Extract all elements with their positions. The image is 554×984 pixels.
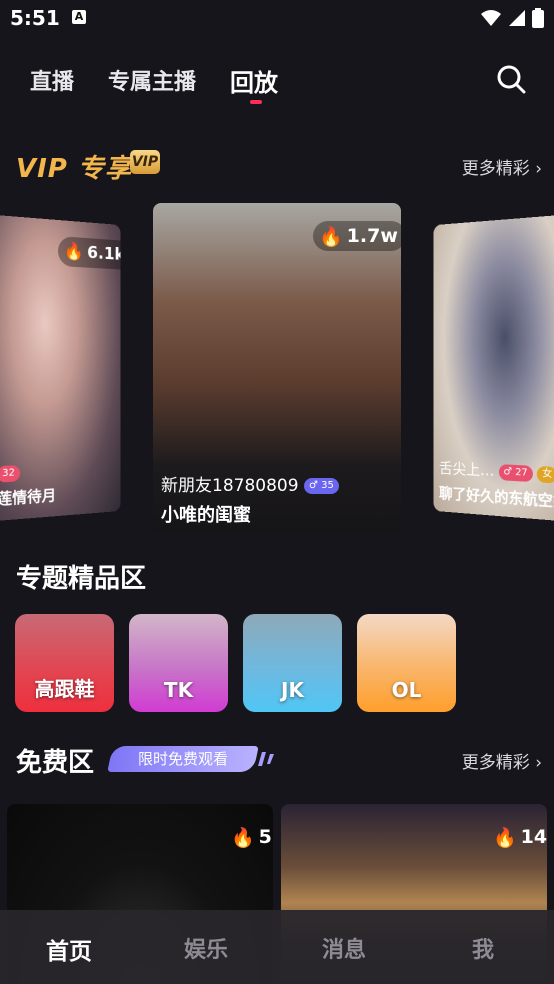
topic-label: 高跟鞋 — [34, 677, 95, 701]
vip-card-left[interactable]: 🔥 6.1k 32 莲情待月 — [0, 214, 121, 522]
vip-card-right[interactable]: 舌尖上… ♂ 27 女 聊了好久的东航空姐 — [433, 214, 554, 522]
vip-card-center[interactable]: 🔥 1.7w 新朋友18780809 ♂ 35 小唯的闺蜜 — [153, 203, 401, 533]
hot-badge: 🔥 14 — [493, 826, 547, 849]
bottom-nav-me[interactable]: 我 — [472, 932, 494, 964]
tab-exclusive-hosts[interactable]: 专属主播 — [108, 64, 196, 96]
bottom-navigation: 首页 娱乐 消息 我 — [0, 910, 554, 984]
flame-icon: 🔥 — [319, 225, 343, 248]
status-time: 5:51 — [10, 6, 60, 30]
vip-section-title: VIP 专享 — [16, 154, 132, 184]
gender-age-badge: 32 — [0, 464, 20, 483]
free-section-header: 免费区 更多精彩 › — [0, 742, 554, 778]
status-bar: 5:51 A — [0, 0, 554, 36]
card-title: 小唯的闺蜜 — [161, 505, 251, 526]
topic-ol[interactable]: OL — [357, 614, 456, 712]
topic-tk[interactable]: TK — [129, 614, 228, 712]
hot-badge: 🔥 5 — [231, 826, 272, 849]
wifi-icon — [481, 10, 501, 26]
signal-icon — [509, 10, 525, 26]
bottom-nav-entertainment[interactable]: 娱乐 — [184, 932, 228, 964]
vip-more-link[interactable]: 更多精彩 › — [462, 154, 542, 179]
hot-badge: 🔥 1.7w — [313, 221, 401, 251]
tab-replay[interactable]: 回放 — [230, 63, 278, 98]
status-icons — [480, 8, 544, 28]
slash-decoration-icon — [258, 752, 274, 766]
flame-icon: 🔥 — [63, 241, 84, 263]
topic-jk[interactable]: JK — [243, 614, 342, 712]
gender-age-badge: ♂ 35 — [303, 478, 339, 494]
topic-high-heels[interactable]: 高跟鞋 — [15, 614, 114, 712]
topic-label: TK — [163, 678, 194, 702]
hot-badge: 🔥 6.1k — [58, 236, 121, 271]
battery-icon — [532, 8, 544, 28]
topic-label: OL — [391, 678, 422, 702]
card-host-name: 新朋友18780809 ♂ 35 — [161, 471, 339, 496]
free-more-link[interactable]: 更多精彩 › — [462, 748, 542, 773]
card-meta: 32 — [0, 462, 20, 483]
card-title: 莲情待月 — [0, 486, 57, 509]
topic-label: JK — [281, 678, 304, 702]
bottom-nav-messages[interactable]: 消息 — [322, 932, 366, 964]
active-tab-indicator — [250, 100, 262, 104]
top-tab-bar: 直播 专属主播 回放 — [0, 58, 554, 108]
vip-badge-icon: VIP — [130, 150, 160, 174]
gender-tag: 女 — [537, 465, 554, 484]
gender-age-badge: ♂ 27 — [498, 463, 533, 482]
tab-live[interactable]: 直播 — [30, 64, 74, 96]
flame-icon: 🔥 — [231, 826, 255, 849]
vip-section-header: VIP 专享 VIP 更多精彩 › — [0, 148, 554, 184]
bottom-nav-home[interactable]: 首页 — [46, 932, 92, 966]
free-limited-tag: 限时免费观看 — [107, 746, 259, 772]
search-icon[interactable] — [496, 64, 526, 94]
accessibility-icon: A — [72, 10, 86, 24]
topic-section-header: 专题精品区 — [0, 558, 554, 594]
flame-icon: 🔥 — [493, 826, 517, 849]
topic-section-title: 专题精品区 — [16, 564, 147, 594]
free-section-title: 免费区 — [16, 748, 95, 778]
